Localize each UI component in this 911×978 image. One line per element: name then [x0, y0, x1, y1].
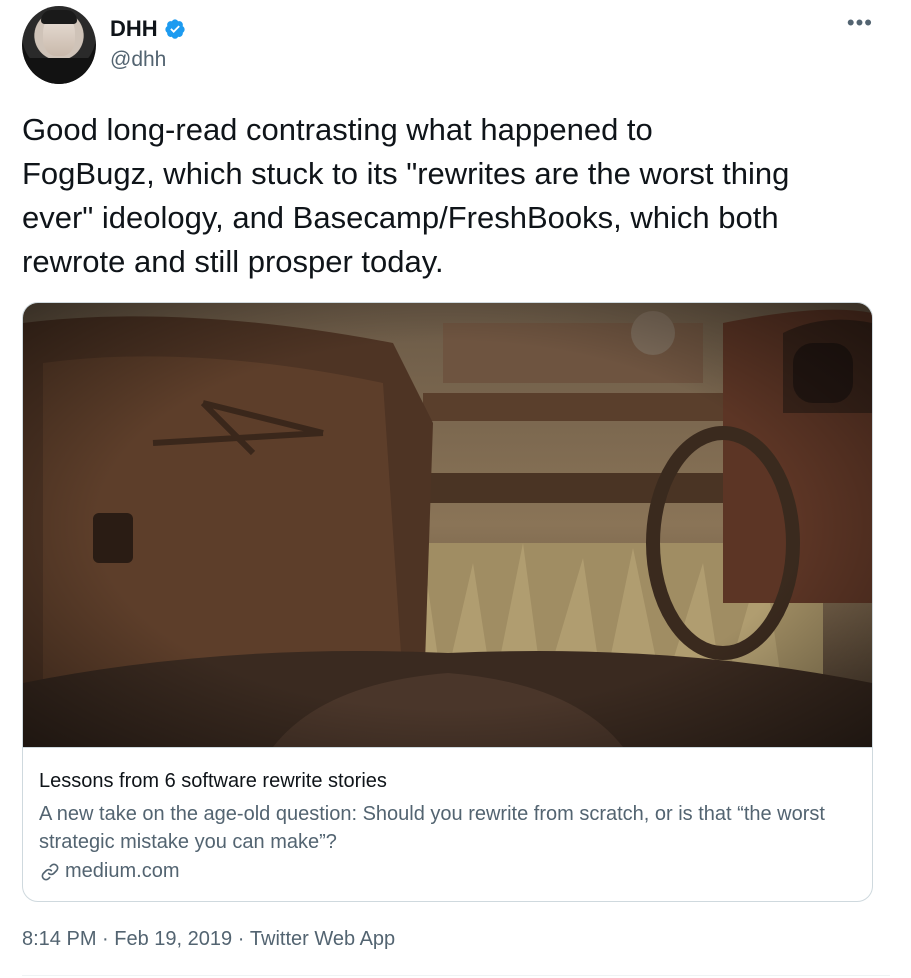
meta-separator: · — [232, 928, 250, 950]
author-name-row[interactable]: DHH — [110, 16, 186, 42]
author-handle[interactable]: @dhh — [110, 48, 166, 72]
avatar-hair — [41, 10, 77, 24]
verified-badge-icon — [165, 19, 185, 39]
card-title: Lessons from 6 software rewrite stories — [39, 770, 387, 792]
author-display-name[interactable]: DHH — [110, 16, 158, 42]
tweet-text: Good long-read contrasting what happened… — [22, 112, 790, 279]
card-body: Lessons from 6 software rewrite stories … — [23, 747, 872, 901]
link-icon — [41, 863, 59, 880]
link-preview-card[interactable]: Lessons from 6 software rewrite stories … — [22, 302, 873, 902]
tweet-date[interactable]: Feb 19, 2019 — [114, 928, 232, 951]
card-domain: medium.com — [65, 860, 180, 882]
tweet-source[interactable]: Twitter Web App — [250, 928, 395, 951]
divider — [22, 975, 890, 976]
card-domain-row: medium.com — [39, 860, 179, 883]
card-image — [23, 303, 872, 747]
tweet-metadata: 8:14 PM · Feb 19, 2019 · Twitter Web App — [22, 928, 395, 951]
more-options-icon[interactable]: ••• — [847, 12, 873, 34]
card-description: A new take on the age-old question: Shou… — [39, 803, 825, 853]
avatar-shirt — [22, 58, 96, 84]
meta-separator: · — [96, 928, 115, 950]
author-avatar[interactable] — [22, 6, 96, 84]
tweet-time[interactable]: 8:14 PM — [22, 928, 96, 951]
